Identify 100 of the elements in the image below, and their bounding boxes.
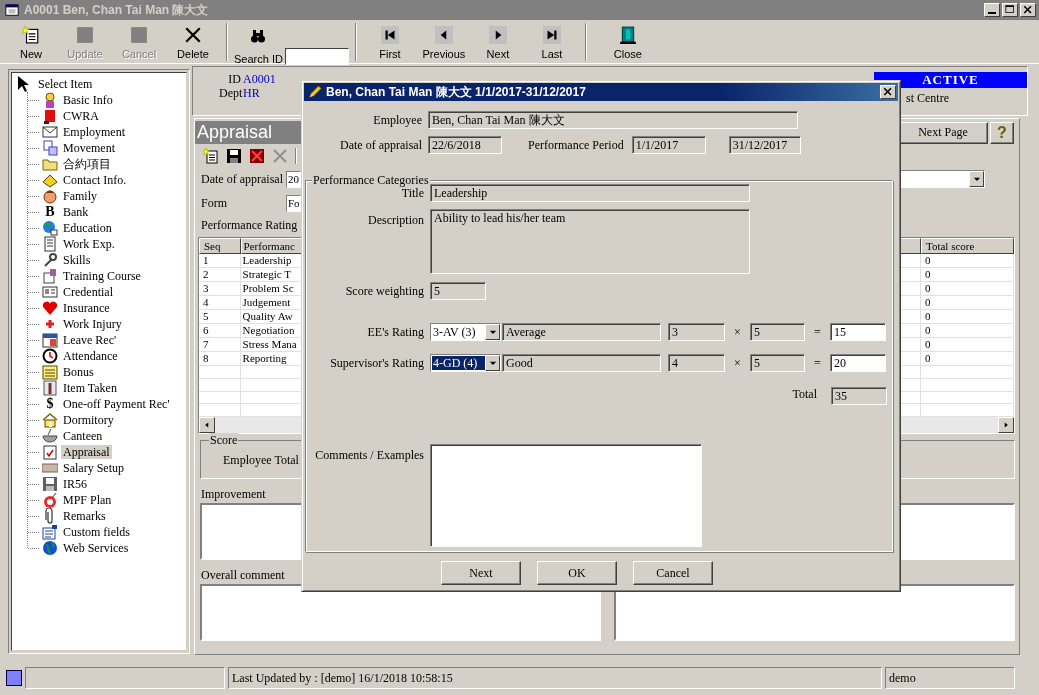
tree-item[interactable]: Work Exp. [61, 237, 117, 251]
tree-item[interactable]: Web Services [61, 541, 131, 555]
operator: = [813, 324, 822, 340]
card-icon [42, 284, 58, 300]
date-field[interactable]: 1/1/2017 [631, 136, 706, 154]
tree-item[interactable]: Bonus [61, 365, 96, 379]
comment-box[interactable] [614, 584, 1015, 641]
search-field[interactable] [284, 48, 349, 65]
tree-item[interactable]: 合約項目 [61, 157, 113, 171]
employee-field[interactable]: Ben, Chan Tai Man 陳大文 [428, 111, 798, 129]
next-page-button[interactable]: Next Page [898, 121, 988, 144]
date-field[interactable]: 20 [286, 170, 301, 188]
toolbar-button[interactable]: Next [470, 23, 525, 63]
tree-item[interactable]: Work Injury [61, 317, 124, 331]
total-field[interactable]: 35 [831, 387, 887, 405]
comments-box[interactable] [430, 444, 702, 547]
tree-item[interactable]: Dormitory [61, 413, 116, 427]
field-label: Total [792, 387, 817, 402]
help-button[interactable]: ? [990, 121, 1014, 144]
field-label: Improvement [200, 486, 266, 503]
tree-item[interactable]: Attendance [61, 349, 120, 363]
rating-name-field[interactable]: Good [502, 354, 661, 372]
square-icon [76, 26, 94, 44]
tree-item[interactable]: MPF Plan [61, 493, 114, 507]
tree-item[interactable]: Custom fields [61, 525, 132, 539]
tree-item[interactable]: Skills [61, 253, 93, 267]
close-button[interactable] [1020, 3, 1036, 17]
envelope-icon [42, 124, 58, 140]
operator: × [733, 324, 742, 340]
toolbar-button[interactable]: Previous [416, 23, 471, 63]
toolbar-button[interactable]: Last [524, 23, 579, 63]
door-icon [618, 26, 637, 44]
delete-icon [249, 148, 265, 164]
wrench-icon [42, 252, 58, 268]
folder-icon [42, 156, 58, 172]
rating-dropdown[interactable]: 4-GD (4) [430, 354, 501, 372]
score-field[interactable]: 3 [668, 323, 725, 341]
heart-icon [42, 300, 58, 316]
rating-name-field[interactable]: Average [502, 323, 661, 341]
close-icon [1022, 4, 1034, 16]
document-icon [42, 236, 58, 252]
field-label: Date of appraisal [339, 137, 423, 153]
tree-item[interactable]: Canteen [61, 429, 105, 443]
status-text: Last Updated by : [demo] 16/1/2018 10:58:15 [228, 667, 882, 689]
tree-item[interactable]: Insurance [61, 301, 112, 315]
toolbar-button[interactable]: New [4, 23, 58, 63]
tree-item[interactable]: Bank [61, 205, 91, 219]
table-cell: 0 [921, 254, 1014, 267]
tree-item[interactable]: Movement [61, 141, 117, 155]
next-icon [488, 26, 507, 44]
column-header[interactable]: Seq [199, 238, 241, 254]
tree-item[interactable]: CWRA [61, 109, 101, 123]
weighting-field[interactable]: 5 [430, 282, 486, 300]
result-field[interactable]: 15 [830, 323, 886, 341]
toolbar-button[interactable]: Delete [166, 23, 220, 63]
close-button[interactable] [880, 85, 896, 99]
minimize-icon [988, 12, 996, 14]
date-field[interactable]: 22/6/2018 [428, 136, 502, 154]
date-field[interactable]: 31/12/2017 [728, 136, 801, 154]
description-box[interactable]: Ability to lead his/her team [430, 209, 750, 274]
form-field[interactable]: Fo [286, 194, 301, 212]
dialog-button[interactable]: Cancel [633, 561, 713, 585]
weight-field[interactable]: 5 [750, 354, 805, 372]
tree-item[interactable]: Family [61, 189, 99, 203]
box-icon [42, 268, 58, 284]
tree-item[interactable]: Remarks [61, 509, 108, 523]
tree-item[interactable]: Credential [61, 285, 115, 299]
title-field[interactable]: Leadership [430, 184, 750, 202]
dialog-button[interactable]: OK [537, 561, 617, 585]
weight-field[interactable]: 5 [750, 323, 805, 341]
tree-item[interactable]: Leave Rec' [61, 333, 119, 347]
tree-item[interactable]: Employment [61, 125, 127, 139]
column-header[interactable]: Total score [920, 238, 1014, 254]
window-title: A0001 Ben, Chan Tai Man 陳大文 [24, 1, 209, 19]
field-label: Description [367, 212, 425, 228]
tree-item[interactable]: Basic Info [61, 93, 115, 107]
tree-item[interactable]: Salary Setup [61, 461, 126, 475]
tree-item[interactable]: Appraisal [61, 445, 112, 459]
pencil-icon [308, 85, 322, 99]
field-label: EE's Rating [366, 324, 425, 340]
toolbar-button[interactable]: First [362, 23, 417, 63]
result-field[interactable]: 20 [830, 354, 886, 372]
score-field[interactable]: 4 [668, 354, 725, 372]
toolbar-button[interactable]: Close [592, 23, 663, 63]
tree-item[interactable]: One-off Payment Rec' [61, 397, 172, 411]
table-cell: 0 [921, 296, 1014, 309]
field-label: Date of appraisal [201, 171, 284, 187]
tree-item[interactable]: Education [61, 221, 114, 235]
minimize-button[interactable] [984, 3, 1000, 17]
tree-item[interactable]: Item Taken [61, 381, 119, 395]
rating-dropdown[interactable]: 3-AV (3) [430, 323, 501, 341]
person-icon [42, 92, 58, 108]
maximize-button[interactable] [1002, 3, 1018, 17]
tree-item[interactable]: Contact Info. [61, 173, 129, 187]
table-cell: 3 [199, 282, 241, 295]
tree-item[interactable]: Training Course [61, 269, 143, 283]
tree-item[interactable]: Select Item [36, 77, 95, 91]
dialog-button[interactable]: Next [441, 561, 521, 585]
tree-item[interactable]: IR56 [61, 477, 89, 491]
windows-icon [42, 140, 58, 156]
